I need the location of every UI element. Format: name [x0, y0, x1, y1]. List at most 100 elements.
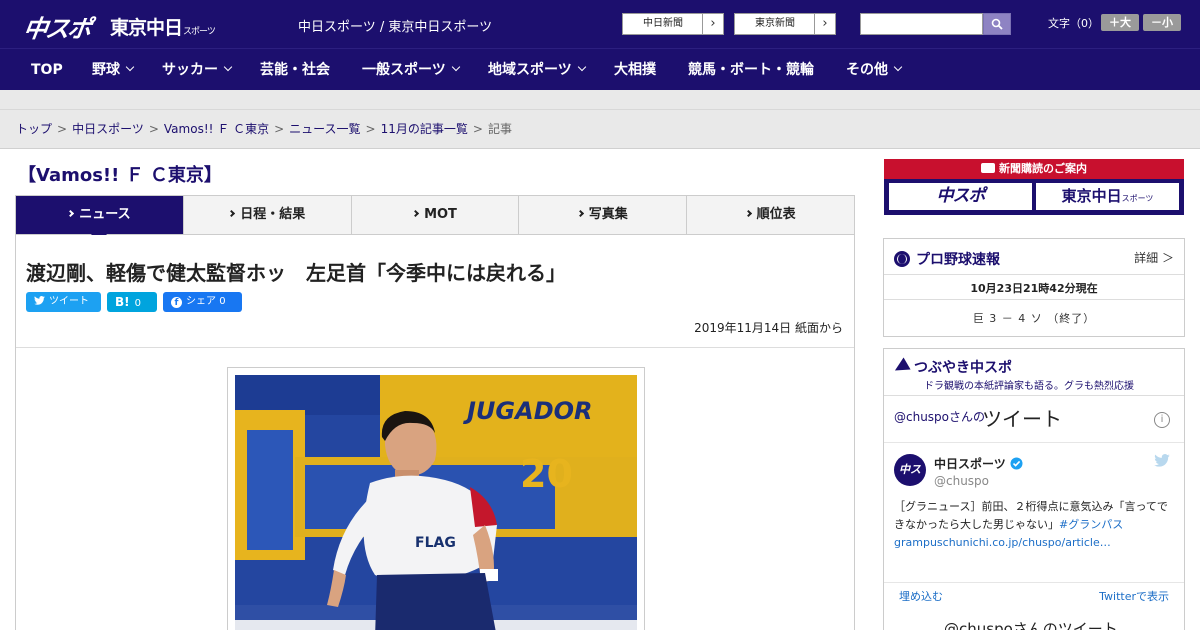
nav-racing[interactable]: 競馬・ボート・競輪 [688, 49, 814, 91]
baseball-update-time: 10月23日21時42分現在 [970, 282, 1098, 295]
nav-local-sports[interactable]: 地域スポーツ [488, 49, 586, 91]
tokyo-shimbun-button[interactable]: 東京新聞 › [734, 13, 836, 35]
photo-sign-text: JUGADOR [463, 397, 593, 425]
tweet-link[interactable]: grampuschunichi.co.jp/chuspo/article… [894, 536, 1111, 549]
hatena-bookmark-button[interactable]: B! 0 [107, 292, 157, 312]
divider [884, 299, 1184, 300]
article-date: 2019年11月14日 紙面から [694, 321, 843, 335]
main-nav: TOP 野球 サッカー 芸能・社会 一般スポーツ 地域スポーツ 大相撲 競馬・ボ… [0, 48, 1200, 90]
tweet-author-username[interactable]: @chuspo [934, 474, 989, 488]
tab-mot-label: MOT [424, 207, 457, 222]
breadcrumb-news-list[interactable]: ニュース一覧 [289, 122, 360, 136]
tweet-share-button[interactable]: ツイート [26, 292, 101, 312]
chevron-right-icon [228, 209, 236, 218]
search-input[interactable] [860, 13, 983, 35]
tweet-hashtag[interactable]: #グランパス [1059, 518, 1123, 531]
baseball-icon [894, 251, 910, 267]
tab-schedule[interactable]: 日程・結果 [182, 196, 351, 234]
nav-racing-label: 競馬・ボート・競輪 [688, 62, 814, 78]
breadcrumb: トップ > 中日スポーツ > Vamos!! Ｆ Ｃ東京 > ニュース一覧 >11月の記事一覧… [0, 110, 1200, 149]
breadcrumb-separator: > [274, 122, 285, 136]
chevron-down-icon [893, 62, 903, 72]
divider [16, 347, 854, 348]
tab-standings[interactable]: 順位表 [686, 196, 854, 234]
twitter-embed: @chuspoさんの ツイート i 中スポ 中日スポーツ @chuspo ［グラ… [884, 395, 1184, 630]
search-icon [991, 18, 1003, 30]
chevron-down-icon [577, 62, 586, 72]
breadcrumb-top[interactable]: トップ [16, 122, 52, 136]
twitter-handle-link[interactable]: @chuspoさんの [894, 408, 985, 425]
section-tabs: ニュース 日程・結果 MOT 写真集 順位表 [15, 195, 855, 243]
breadcrumb-chuspo[interactable]: 中日スポーツ [72, 122, 144, 136]
chevron-right-icon [412, 209, 420, 218]
hatena-icon: B! [115, 295, 130, 309]
facebook-share-label: シェア [186, 296, 216, 307]
subscription-ad-title-text: 新聞購読のご案内 [999, 162, 1087, 175]
chunichi-shimbun-button[interactable]: 中日新聞 › [622, 13, 724, 35]
tab-standings-label: 順位表 [756, 207, 796, 222]
info-icon[interactable]: i [1154, 412, 1170, 428]
newspaper-icon [981, 163, 995, 173]
nav-baseball[interactable]: 野球 [92, 49, 135, 91]
ad-tokyo-logo[interactable]: 東京中日スポーツ [1035, 182, 1180, 211]
nav-baseball-label: 野球 [92, 62, 120, 78]
baseball-game-score[interactable]: 巨 3 － 4 ソ （終了） [884, 310, 1184, 326]
breadcrumb-current: 記事 [487, 122, 512, 136]
ad-chuspo-logo[interactable]: 中スポ [888, 182, 1033, 211]
chevron-right-icon: › [702, 14, 723, 34]
avatar[interactable]: 中スポ [894, 454, 926, 508]
photo-sign-number: 20 [520, 452, 573, 496]
breadcrumb-separator: > [472, 122, 483, 136]
twitter-embed-footer-title: @chuspoさんのツイート [944, 620, 1118, 630]
nav-top-label: TOP [31, 62, 63, 78]
baseball-detail-link[interactable]: 詳細 ＞ [1134, 249, 1174, 266]
chevron-down-icon [451, 62, 460, 72]
article-headline: 渡辺剛、軽傷で健太監督ホッ 左足首「今季中には戻れる」 [26, 261, 566, 285]
nav-sumo-label: 大相撲 [614, 62, 656, 78]
subscription-ad[interactable]: 新聞購読のご案内 中スポ 東京中日スポーツ [884, 159, 1184, 215]
breadcrumb-november[interactable]: 11月の記事一覧 [381, 122, 468, 136]
tab-photos[interactable]: 写真集 [518, 196, 686, 234]
baseball-title-text: プロ野球速報 [916, 252, 1000, 268]
chevron-right-icon [744, 209, 752, 218]
tweet-author-name[interactable]: 中日スポーツ [934, 455, 1023, 472]
nav-entertainment-label: 芸能・社会 [260, 62, 330, 78]
top-header: 中スポ 東京中日スポーツ 中日スポーツ / 東京中日スポーツ 中日新聞 › 東京新… [0, 0, 1200, 48]
font-size-label: 文字（0） [1048, 17, 1099, 30]
breadcrumb-separator: > [57, 122, 68, 136]
nav-soccer[interactable]: サッカー [162, 49, 233, 91]
facebook-share-button[interactable]: f シェア 0 [163, 292, 242, 312]
search-button[interactable] [983, 13, 1011, 35]
facebook-icon: f [171, 297, 182, 308]
nav-soccer-label: サッカー [162, 62, 218, 78]
tab-news-label: ニュース [79, 207, 131, 222]
breadcrumb-separator: > [365, 122, 376, 136]
chevron-right-icon [576, 209, 584, 218]
breadcrumb-fctokyo[interactable]: Vamos!! Ｆ Ｃ東京 [164, 122, 269, 136]
tokyo-chunichi-logo[interactable]: 東京中日スポーツ [110, 13, 216, 40]
nav-local-sports-label: 地域スポーツ [488, 62, 572, 78]
font-smaller-button[interactable]: －小 [1143, 14, 1181, 31]
font-larger-button[interactable]: ＋大 [1101, 14, 1139, 31]
ad-tokyo-text: 東京中日 [1061, 187, 1122, 205]
chunichi-shimbun-label: 中日新聞 [643, 18, 683, 29]
view-on-twitter-link[interactable]: Twitterで表示 [1099, 588, 1169, 604]
nav-general-sports-label: 一般スポーツ [362, 62, 446, 78]
photo-shirt-text: FLAG [415, 535, 456, 551]
tab-mot[interactable]: MOT [350, 196, 519, 234]
nav-top[interactable]: TOP [31, 49, 63, 91]
baseball-scores: プロ野球速報 詳細 ＞ 10月23日21時42分現在 巨 3 － 4 ソ （終了… [883, 238, 1185, 337]
tweet-embed-link[interactable]: 埋め込む [899, 588, 943, 604]
tab-news[interactable]: ニュース [16, 196, 183, 243]
twitter-bird-icon [34, 296, 45, 305]
nav-sumo[interactable]: 大相撲 [614, 49, 656, 91]
nav-entertainment[interactable]: 芸能・社会 [260, 49, 330, 91]
hatena-count: 0 [134, 298, 141, 309]
article-photo[interactable]: 20 JUGADOR FLAG [235, 375, 637, 630]
chuspo-logo[interactable]: 中スポ [22, 9, 93, 44]
nav-general-sports[interactable]: 一般スポーツ [362, 49, 460, 91]
breadcrumb-separator: > [148, 122, 159, 136]
section-title: 【Vamos!! Ｆ Ｃ東京】 [18, 165, 222, 186]
twitter-bird-icon[interactable] [1154, 454, 1170, 467]
nav-other[interactable]: その他 [846, 49, 903, 91]
